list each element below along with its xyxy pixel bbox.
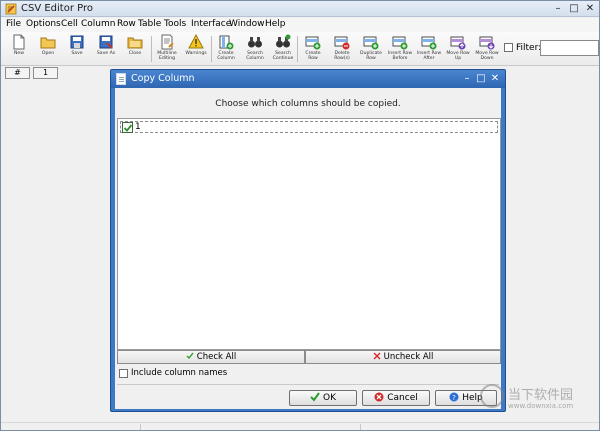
watermark-text: 当下软件园	[508, 388, 574, 403]
save-as-button[interactable]: Save As	[92, 34, 120, 65]
menu-cell[interactable]: Cell	[61, 19, 78, 29]
save-icon	[70, 35, 84, 49]
search-column-button[interactable]: Search Column	[241, 34, 269, 65]
filter-label: Filter:	[516, 43, 542, 53]
open-button[interactable]: Open	[34, 34, 62, 65]
create-row-button[interactable]: Create Row	[299, 34, 327, 65]
menu-window[interactable]: Window	[229, 19, 265, 29]
dialog-titlebar[interactable]: Copy Column – □ ✕	[111, 70, 505, 88]
menu-interface[interactable]: Interface	[191, 19, 231, 29]
watermark: 当下软件园 www.downxia.com	[480, 384, 590, 416]
document-icon	[116, 73, 126, 85]
binoculars-icon	[248, 37, 262, 48]
status-bar	[1, 422, 599, 430]
uncheck-all-icon	[373, 352, 381, 360]
duplicate-row-button[interactable]: Duplicate Row	[357, 34, 385, 65]
watermark-url: www.downxia.com	[508, 402, 574, 410]
delete-row-icon	[334, 36, 350, 50]
insert-row-before-icon	[392, 36, 408, 50]
minimize-button[interactable]: –	[551, 3, 565, 15]
move-row-down-button[interactable]: Move Row Down	[473, 34, 501, 65]
status-cell	[1, 424, 141, 430]
column-name: 1	[135, 122, 141, 132]
uncheck-all-button[interactable]: Uncheck All	[305, 350, 501, 364]
check-all-icon	[186, 352, 194, 360]
include-names-checkbox[interactable]	[119, 369, 128, 378]
status-cell	[141, 424, 361, 430]
create-column-icon	[219, 35, 234, 50]
move-row-up-icon	[450, 36, 466, 50]
menu-help[interactable]: Help	[265, 19, 286, 29]
column-checkbox[interactable]	[122, 122, 133, 133]
create-column-button[interactable]: Create Column	[212, 34, 240, 65]
ok-button[interactable]: OK	[289, 390, 357, 406]
dialog-minimize-button[interactable]: –	[461, 73, 473, 85]
maximize-button[interactable]: □	[567, 3, 581, 15]
warnings-button[interactable]: Warnings	[182, 34, 210, 65]
svg-text:?: ?	[452, 394, 456, 402]
list-item[interactable]: 1	[120, 121, 498, 133]
filter-input[interactable]	[540, 40, 599, 56]
checkmark-icon	[310, 392, 320, 402]
cancel-button[interactable]: Cancel	[362, 390, 430, 406]
app-title: CSV Editor Pro	[21, 3, 93, 14]
close-button[interactable]: ✕	[583, 3, 597, 15]
copy-column-dialog: Copy Column – □ ✕ Choose which columns s…	[110, 69, 506, 412]
app-titlebar: CSV Editor Pro – □ ✕	[1, 1, 599, 17]
dialog-title: Copy Column	[131, 73, 195, 84]
new-button[interactable]: New	[5, 34, 33, 65]
checkmark-icon	[123, 124, 133, 132]
save-as-icon	[99, 35, 113, 49]
dialog-close-button[interactable]: ✕	[489, 73, 501, 85]
dialog-divider	[117, 384, 499, 385]
menu-tools[interactable]: Tools	[164, 19, 186, 29]
insert-row-after-button[interactable]: Insert Row After	[415, 34, 443, 65]
create-row-icon	[305, 36, 321, 50]
dialog-maximize-button[interactable]: □	[475, 73, 487, 85]
duplicate-row-icon	[363, 36, 379, 50]
cancel-icon	[374, 392, 384, 402]
check-all-button[interactable]: Check All	[117, 350, 305, 364]
include-names-label: Include column names	[131, 368, 228, 378]
tab-1[interactable]: 1	[33, 67, 58, 79]
menu-table[interactable]: Table	[138, 19, 161, 29]
dialog-body: Choose which columns should be copied. 1…	[115, 88, 501, 409]
save-button[interactable]: Save	[63, 34, 91, 65]
menu-options[interactable]: Options	[26, 19, 61, 29]
search-continue-button[interactable]: Search Continue	[269, 34, 297, 65]
toolbar-separator	[151, 36, 152, 62]
filter-checkbox[interactable]	[504, 43, 513, 52]
dialog-prompt: Choose which columns should be copied.	[215, 99, 401, 109]
menu-row[interactable]: Row	[117, 19, 136, 29]
tab-hash[interactable]: #	[5, 67, 30, 79]
close-file-button[interactable]: Close	[121, 34, 149, 65]
warning-icon	[188, 34, 204, 49]
insert-row-after-icon	[421, 36, 437, 50]
help-icon: ?	[449, 392, 459, 402]
menu-column[interactable]: Column	[81, 19, 115, 29]
new-file-icon	[13, 34, 25, 50]
app-logo-icon	[5, 3, 17, 15]
delete-rows-button[interactable]: Delete Row(s)	[328, 34, 356, 65]
column-list[interactable]: 1	[117, 118, 501, 350]
move-row-up-button[interactable]: Move Row Up	[444, 34, 472, 65]
move-row-down-icon	[479, 36, 495, 50]
menu-file[interactable]: File	[6, 19, 21, 29]
multiline-editing-button[interactable]: Multiline Editing	[153, 34, 181, 65]
insert-row-before-button[interactable]: Insert Row Before	[386, 34, 414, 65]
menu-bar: File Options Cell Column Row Table Tools…	[1, 18, 599, 32]
close-folder-icon	[127, 37, 143, 49]
toolbar-separator	[297, 36, 298, 62]
open-folder-icon	[40, 37, 56, 49]
multiline-edit-icon	[161, 34, 174, 50]
binoculars-continue-icon	[276, 34, 291, 48]
watermark-logo-icon	[480, 384, 504, 408]
